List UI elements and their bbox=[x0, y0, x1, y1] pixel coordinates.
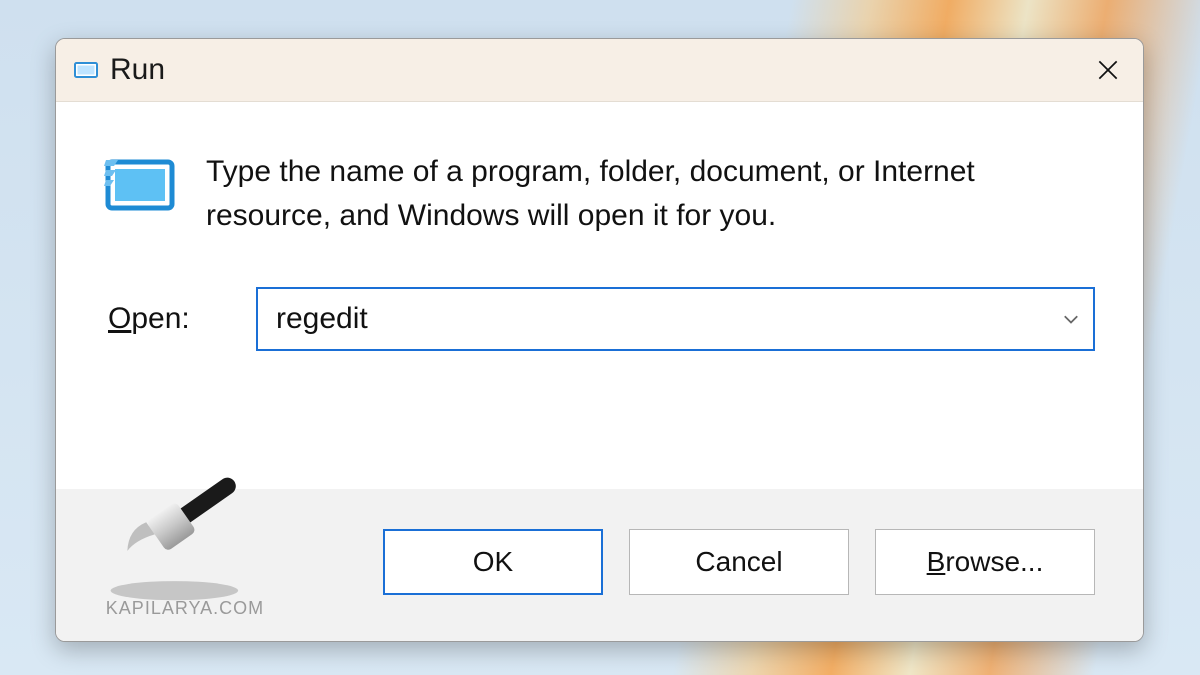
close-icon bbox=[1095, 57, 1121, 83]
dialog-title: Run bbox=[110, 53, 1073, 87]
browse-button-label: Browse... bbox=[927, 546, 1044, 578]
chevron-down-icon[interactable] bbox=[1053, 309, 1079, 330]
cancel-button-label: Cancel bbox=[695, 546, 782, 578]
content-area: Type the name of a program, folder, docu… bbox=[56, 102, 1143, 488]
open-label: Open: bbox=[108, 302, 218, 336]
button-strip: KAPILARYA.COM OK Cancel Browse... bbox=[56, 488, 1143, 641]
desktop-background: Run bbox=[0, 0, 1200, 675]
run-large-icon bbox=[104, 156, 176, 214]
cancel-button[interactable]: Cancel bbox=[629, 529, 849, 595]
open-combobox[interactable] bbox=[256, 287, 1095, 351]
open-input[interactable] bbox=[274, 301, 1053, 337]
close-button[interactable] bbox=[1073, 39, 1143, 101]
titlebar[interactable]: Run bbox=[56, 39, 1143, 102]
dialog-body: Type the name of a program, folder, docu… bbox=[56, 102, 1143, 641]
instruction-row: Type the name of a program, folder, docu… bbox=[104, 150, 1095, 237]
watermark-text: KAPILARYA.COM bbox=[106, 598, 264, 619]
run-dialog: Run bbox=[55, 38, 1144, 642]
ok-button[interactable]: OK bbox=[383, 529, 603, 595]
browse-button[interactable]: Browse... bbox=[875, 529, 1095, 595]
ok-button-label: OK bbox=[473, 546, 513, 578]
open-row: Open: bbox=[104, 287, 1095, 351]
run-app-icon bbox=[74, 58, 98, 82]
instruction-text: Type the name of a program, folder, docu… bbox=[206, 150, 1086, 237]
